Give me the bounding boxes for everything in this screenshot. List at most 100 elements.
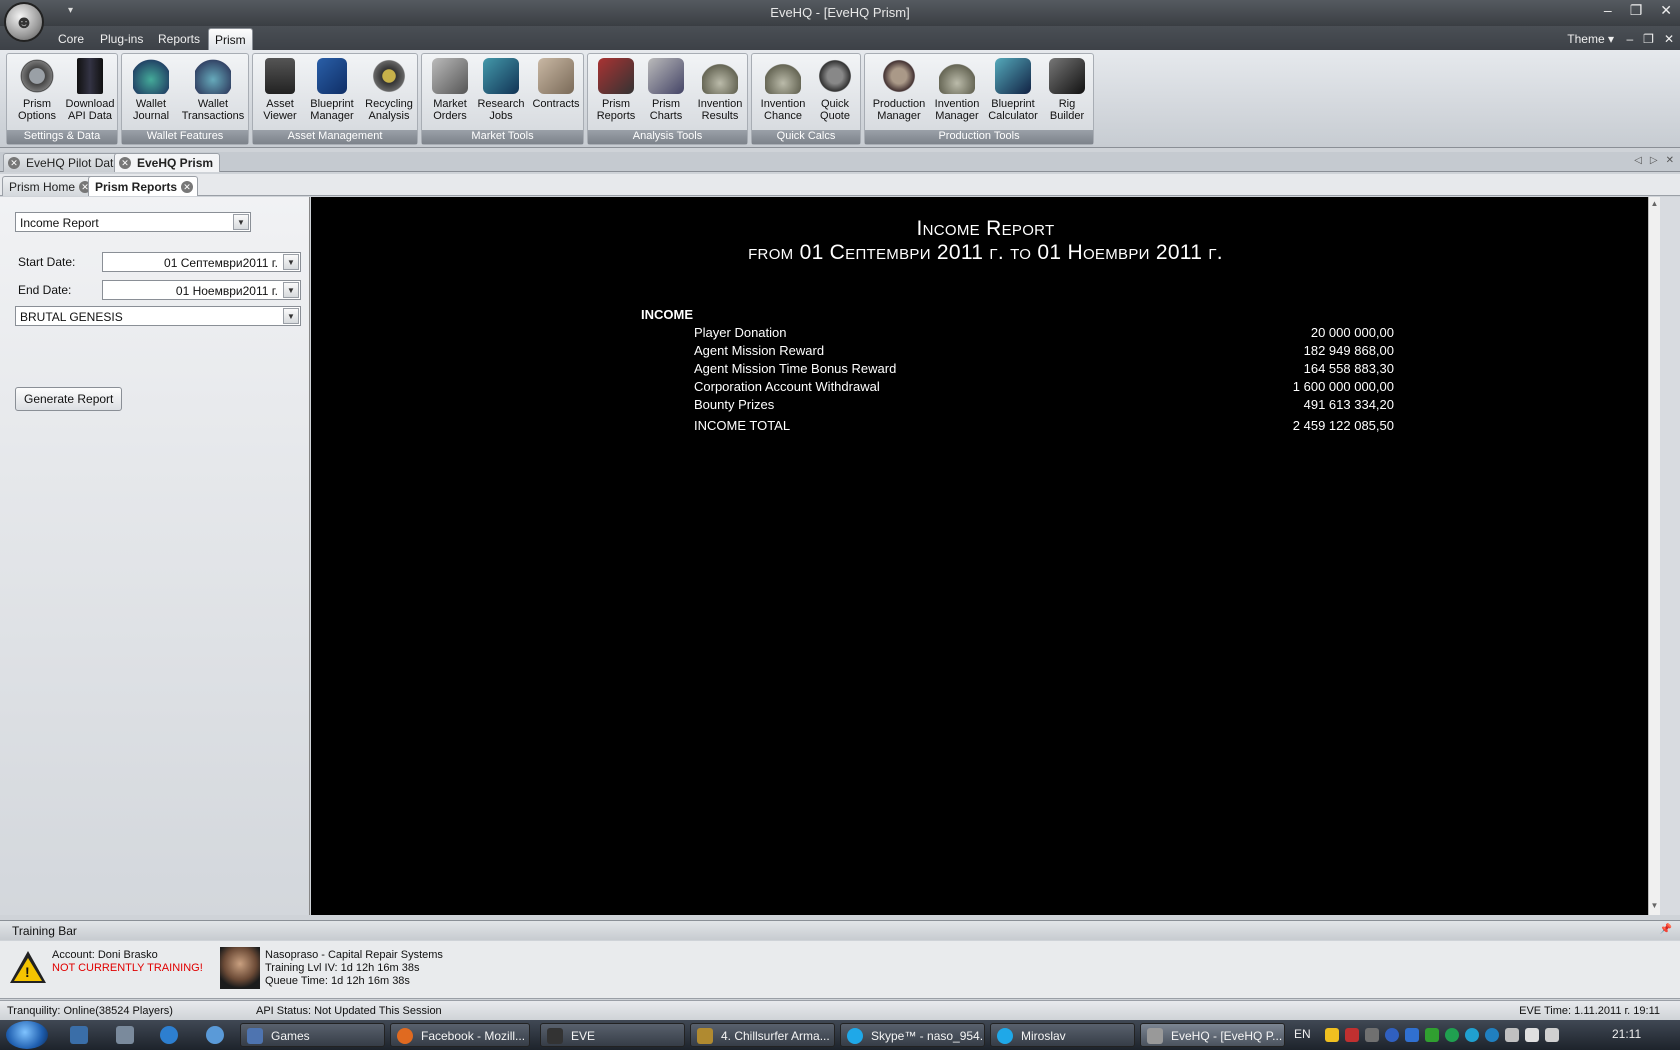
gear-icon: [19, 58, 55, 94]
app-logo-button[interactable]: ☻: [4, 2, 44, 42]
pin-icon[interactable]: 📌: [1660, 924, 1672, 935]
system-tray: [1325, 1028, 1559, 1042]
clock[interactable]: 21:11: [1612, 1027, 1641, 1041]
tab-reports[interactable]: Reports: [152, 30, 206, 48]
tray-app-icon[interactable]: [1445, 1028, 1459, 1042]
prism-charts-button[interactable]: Prism Charts: [642, 58, 690, 122]
production-manager-button[interactable]: Production Manager: [869, 58, 929, 122]
scroll-right-icon[interactable]: ▷: [1650, 155, 1658, 166]
report-type-select[interactable]: Income Report ▼: [15, 212, 251, 232]
task-label: Games: [271, 1029, 310, 1043]
market-orders-button[interactable]: Market Orders: [426, 58, 474, 122]
show-desktop-icon[interactable]: [70, 1026, 88, 1044]
generate-report-button[interactable]: Generate Report: [15, 387, 123, 411]
tray-app-icon[interactable]: [1325, 1028, 1339, 1042]
mdi-minimize-icon[interactable]: –: [1626, 32, 1633, 46]
tray-app-icon[interactable]: [1425, 1028, 1439, 1042]
invention-manager-button[interactable]: Invention Manager: [929, 58, 985, 122]
search-icon[interactable]: [206, 1026, 224, 1044]
prism-reports-button[interactable]: Prism Reports: [592, 58, 640, 122]
wallet-transactions-button[interactable]: Wallet Transactions: [178, 58, 248, 122]
scroll-down-icon[interactable]: ▼: [1649, 901, 1660, 913]
research-jobs-button[interactable]: Research Jobs: [474, 58, 528, 122]
internet-explorer-icon[interactable]: [160, 1026, 178, 1044]
mdi-controls: – ❐ ✕: [1626, 32, 1674, 46]
taskbar-item-miroslav[interactable]: Miroslav: [990, 1023, 1135, 1047]
taskbar-item-eve[interactable]: EVE: [540, 1023, 685, 1047]
rig-builder-button[interactable]: Rig Builder: [1043, 58, 1091, 122]
close-tab-icon[interactable]: ✕: [119, 157, 131, 169]
flag-icon[interactable]: [1505, 1028, 1519, 1042]
scroll-up-icon[interactable]: ▲: [1649, 199, 1660, 211]
blueprint-calculator-button[interactable]: Blueprint Calculator: [985, 58, 1041, 122]
rig-icon: [1049, 58, 1085, 94]
prism-options-button[interactable]: Prism Options: [11, 58, 63, 122]
end-date-picker[interactable]: 01 Ноември2011 г. ▼: [102, 280, 301, 300]
download-api-data-button[interactable]: Download API Data: [63, 58, 117, 122]
start-button[interactable]: [6, 1021, 48, 1049]
button-label: Invention Chance: [760, 98, 806, 122]
task-label: Skype™ - naso_954...: [871, 1029, 985, 1043]
tray-app-icon[interactable]: [1465, 1028, 1479, 1042]
tray-app-icon[interactable]: [1365, 1028, 1379, 1042]
button-label: Rig Builder: [1049, 98, 1085, 122]
chevron-down-icon[interactable]: ▼: [283, 254, 299, 270]
report-scrollbar[interactable]: ▲ ▼: [1648, 197, 1660, 915]
taskbar-item-winamp[interactable]: 4. Chillsurfer Arma...: [690, 1023, 835, 1047]
minimize-icon[interactable]: –: [1604, 2, 1612, 19]
status-bar: Tranquility: Online(38524 Players) API S…: [0, 1000, 1680, 1020]
tray-app-icon[interactable]: [1385, 1028, 1399, 1042]
owner-select[interactable]: BRUTAL GENESIS ▼: [15, 306, 301, 326]
tray-app-icon[interactable]: [1485, 1028, 1499, 1042]
close-tab-icon[interactable]: ✕: [8, 157, 20, 169]
tray-app-icon[interactable]: [1345, 1028, 1359, 1042]
eve-icon: [547, 1028, 563, 1044]
tab-label: Prism Home: [9, 180, 76, 194]
chevron-down-icon[interactable]: ▼: [283, 308, 299, 324]
tab-evehq-pilot-data[interactable]: ✕ EveHQ Pilot Data: [3, 153, 128, 172]
chevron-down-icon[interactable]: ▼: [233, 214, 249, 230]
chevron-down-icon[interactable]: ▼: [283, 282, 299, 298]
tab-prism[interactable]: Prism: [208, 28, 253, 50]
network-icon[interactable]: [1525, 1028, 1539, 1042]
row-label: Agent Mission Reward: [694, 343, 825, 358]
contracts-button[interactable]: Contracts: [528, 58, 584, 110]
scroll-left-icon[interactable]: ◁: [1634, 155, 1642, 166]
task-label: Miroslav: [1021, 1029, 1066, 1043]
volume-icon[interactable]: [1545, 1028, 1559, 1042]
taskbar-item-games[interactable]: Games: [240, 1023, 385, 1047]
invention-results-button[interactable]: Invention Results: [692, 58, 748, 122]
taskbar-item-firefox[interactable]: Facebook - Mozill...: [390, 1023, 530, 1047]
wallet-journal-button[interactable]: Wallet Journal: [126, 58, 176, 122]
quick-quote-button[interactable]: Quick Quote: [812, 58, 858, 122]
tab-core[interactable]: Core: [52, 30, 90, 48]
taskbar-item-skype[interactable]: Skype™ - naso_954...: [840, 1023, 985, 1047]
tab-prism-home[interactable]: Prism Home ✕: [2, 176, 97, 196]
close-icon[interactable]: ✕: [1660, 2, 1672, 19]
research-icon: [483, 58, 519, 94]
pilot-info[interactable]: Nasopraso - Capital Repair Systems Train…: [265, 949, 443, 988]
tab-evehq-prism[interactable]: ✕ EveHQ Prism: [114, 153, 221, 172]
start-date-picker[interactable]: 01 Септември2011 г. ▼: [102, 252, 301, 272]
restore-icon[interactable]: ❐: [1630, 2, 1643, 19]
mdi-close-icon[interactable]: ✕: [1664, 32, 1674, 46]
recycling-analysis-button[interactable]: Recycling Analysis: [361, 58, 417, 122]
pilot-queue-time: Queue Time: 1d 12h 16m 38s: [265, 975, 410, 987]
tab-plug-ins[interactable]: Plug-ins: [94, 30, 149, 48]
report-row: Agent Mission Time Bonus Reward 164 558 8…: [694, 361, 1394, 376]
close-tab-icon[interactable]: ✕: [181, 181, 194, 193]
invention-chance-button[interactable]: Invention Chance: [756, 58, 810, 122]
blueprint-manager-button[interactable]: Blueprint Manager: [305, 58, 359, 122]
tray-app-icon[interactable]: [1405, 1028, 1419, 1042]
mdi-restore-icon[interactable]: ❐: [1643, 32, 1654, 46]
taskbar-item-evehq[interactable]: EveHQ - [EveHQ P...: [1140, 1023, 1285, 1047]
explorer-icon[interactable]: [116, 1026, 134, 1044]
theme-menu[interactable]: Theme ▾: [1567, 32, 1614, 46]
account-info[interactable]: Account: Doni Brasko NOT CURRENTLY TRAIN…: [52, 949, 203, 975]
tab-prism-reports[interactable]: Prism Reports ✕: [88, 176, 199, 196]
language-indicator[interactable]: EN: [1294, 1027, 1311, 1041]
asset-viewer-button[interactable]: Asset Viewer: [257, 58, 303, 122]
pilot-portrait[interactable]: [220, 947, 260, 989]
report-options-panel: Income Report ▼ Start Date: 01 Септември2…: [0, 197, 310, 915]
close-icon[interactable]: ✕: [1666, 155, 1674, 166]
